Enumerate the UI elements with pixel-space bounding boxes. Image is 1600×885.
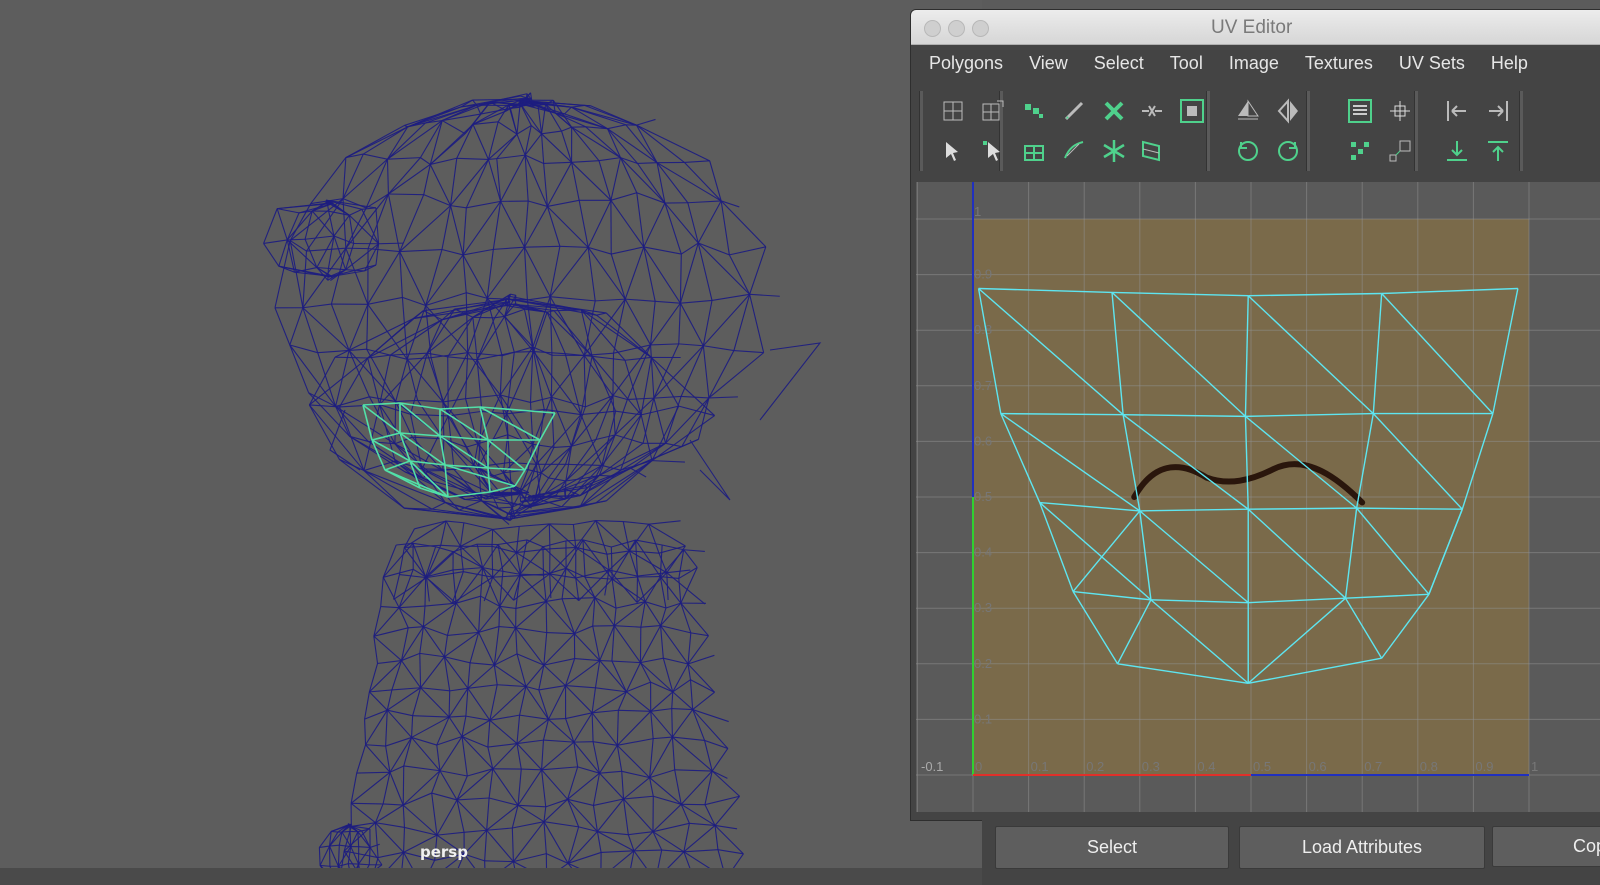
menu-polygons[interactable]: Polygons bbox=[911, 45, 1016, 81]
v-tick-label: 0.2 bbox=[974, 656, 992, 671]
uv-canvas[interactable]: 1 0.9 0.8 0.7 0.6 0.5 0.4 0.3 0.2 0.1 0 0.1 0.2 0.3 0.… bbox=[916, 163, 1600, 812]
menu-view[interactable]: View bbox=[1016, 45, 1081, 81]
menu-textures[interactable]: Textures bbox=[1292, 45, 1386, 81]
align-left-icon[interactable] bbox=[1441, 95, 1473, 127]
menu-uv-sets[interactable]: UV Sets bbox=[1386, 45, 1478, 81]
camera-label: persp bbox=[420, 843, 468, 861]
grid-snap-icon[interactable] bbox=[1384, 95, 1416, 127]
u-tick-label: 0.9 bbox=[1475, 759, 1493, 774]
v-tick-label: 0.5 bbox=[974, 489, 992, 504]
u-tick-label: 0.8 bbox=[1420, 759, 1438, 774]
stitch-icon[interactable] bbox=[1136, 95, 1168, 127]
menu-select[interactable]: Select bbox=[1081, 45, 1157, 81]
u-tick-label: 0.7 bbox=[1364, 759, 1382, 774]
uv-toolbar bbox=[911, 81, 1600, 181]
sew-icon[interactable] bbox=[1098, 95, 1130, 127]
select-tool-icon[interactable] bbox=[937, 135, 969, 167]
copy-tab-button[interactable]: Cop bbox=[1492, 826, 1600, 867]
title-bar[interactable]: UV Editor bbox=[911, 10, 1600, 45]
viewport-status-strip bbox=[0, 868, 982, 885]
flip-u-icon[interactable] bbox=[1232, 95, 1264, 127]
menu-bar: Polygons View Select Tool Image Textures UV Se… bbox=[911, 45, 1600, 81]
align-top-icon[interactable] bbox=[1482, 135, 1514, 167]
u-tick-label: 0 bbox=[975, 759, 982, 774]
gather-icon[interactable] bbox=[1344, 135, 1376, 167]
v-tick-label: 0.1 bbox=[974, 711, 992, 726]
smooth-icon[interactable] bbox=[1058, 135, 1090, 167]
v-tick-label: 0.7 bbox=[974, 378, 992, 393]
freeze-icon[interactable] bbox=[1098, 135, 1130, 167]
rotate-ccw-icon[interactable] bbox=[1232, 135, 1264, 167]
texture-border-icon[interactable] bbox=[1136, 135, 1168, 167]
flip-v-icon[interactable] bbox=[1272, 95, 1304, 127]
v-tick-label: 0.8 bbox=[974, 322, 992, 337]
u-tick-label: 0.6 bbox=[1309, 759, 1327, 774]
toolbar-separator bbox=[1519, 91, 1523, 171]
u-tick-label: 0.4 bbox=[1197, 759, 1215, 774]
shell-select-icon[interactable] bbox=[1344, 95, 1376, 127]
v-tick-label: 0.3 bbox=[974, 600, 992, 615]
u-tick-label: 0.2 bbox=[1086, 759, 1104, 774]
align-right-icon[interactable] bbox=[1482, 95, 1514, 127]
menu-image[interactable]: Image bbox=[1216, 45, 1292, 81]
load-attributes-button[interactable]: Load Attributes bbox=[1239, 826, 1485, 869]
negative-tick-label: -0.1 bbox=[921, 759, 943, 774]
distribute-icon[interactable] bbox=[1018, 95, 1050, 127]
menu-help[interactable]: Help bbox=[1478, 45, 1541, 81]
cut-icon[interactable] bbox=[1058, 95, 1090, 127]
align-bottom-icon[interactable] bbox=[1441, 135, 1473, 167]
move-tool-icon[interactable] bbox=[977, 135, 1009, 167]
perspective-viewport[interactable]: persp bbox=[0, 0, 982, 885]
layout-icon[interactable] bbox=[1176, 95, 1208, 127]
v-tick-label: 0.9 bbox=[974, 267, 992, 282]
select-button[interactable]: Select bbox=[995, 826, 1229, 869]
toolbar-separator bbox=[919, 91, 923, 171]
uv-texture-view[interactable]: 1 0.9 0.8 0.7 0.6 0.5 0.4 0.3 0.2 0.1 0 0.1 0.2 0.3 0.… bbox=[916, 163, 1600, 812]
u-tick-label: 0.3 bbox=[1142, 759, 1160, 774]
toolbar-separator bbox=[1306, 91, 1310, 171]
u-tick-label: 1 bbox=[1531, 759, 1538, 774]
uv-editor-window: UV Editor Polygons View Select Tool Image Tex… bbox=[910, 9, 1600, 821]
v-tick-label: 0.4 bbox=[974, 545, 992, 560]
rotate-cw-icon[interactable] bbox=[1272, 135, 1304, 167]
normalize-icon[interactable] bbox=[977, 95, 1009, 127]
unfold-icon[interactable] bbox=[937, 95, 969, 127]
u-tick-label: 0.1 bbox=[1031, 759, 1049, 774]
v-tick-label: 1 bbox=[974, 204, 981, 219]
character-wireframe bbox=[0, 0, 982, 885]
v-tick-label: 0.6 bbox=[974, 433, 992, 448]
window-title: UV Editor bbox=[1211, 17, 1293, 38]
u-tick-label: 0.5 bbox=[1253, 759, 1271, 774]
spread-icon[interactable] bbox=[1384, 135, 1416, 167]
checker-icon[interactable] bbox=[1018, 135, 1050, 167]
menu-tool[interactable]: Tool bbox=[1157, 45, 1216, 81]
